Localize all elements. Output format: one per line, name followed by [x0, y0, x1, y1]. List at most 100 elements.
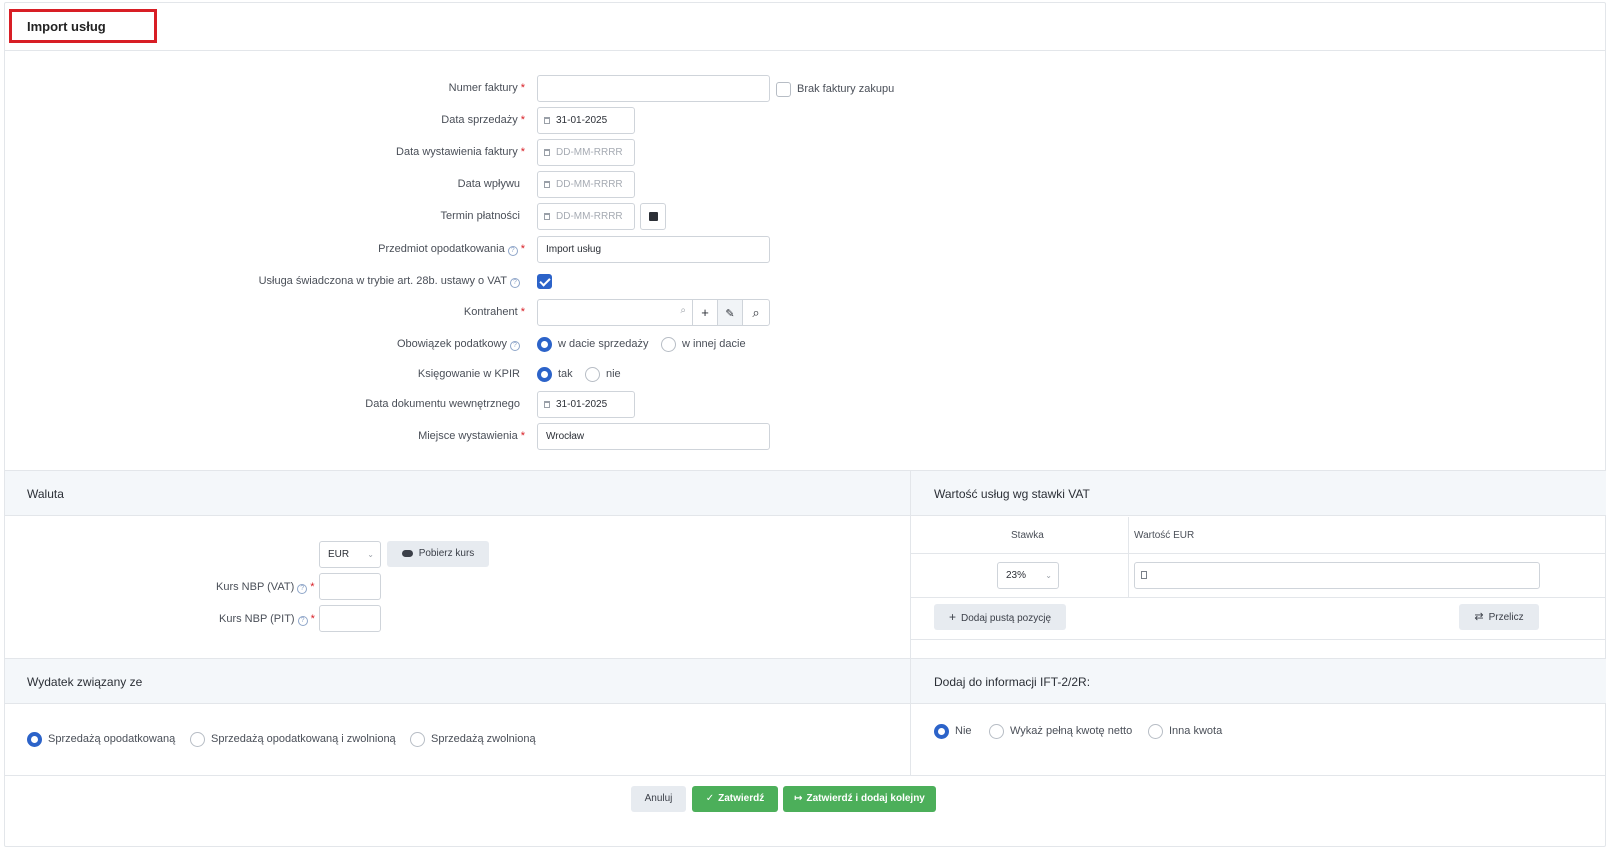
kpir-row: Księgowanie w KPIR tak nie	[5, 361, 1005, 389]
issue-date-row: Data wystawienia faktury * DD-MM-RRRR	[5, 139, 1005, 167]
expense-exempt-radio[interactable]	[410, 732, 425, 747]
plus-icon: +	[701, 305, 709, 320]
internal-doc-date-input[interactable]: 31-01-2025	[537, 391, 635, 418]
rate-column-header: Stawka	[1011, 530, 1044, 541]
recalculate-button[interactable]: ⇄ Przelicz	[1459, 604, 1539, 630]
table-header-divider	[910, 553, 1606, 554]
vat-amount-input[interactable]	[1134, 562, 1540, 589]
value-column-header: Wartość EUR	[1134, 530, 1195, 541]
place-row: Miejsce wystawienia * Wrocław	[5, 423, 1005, 451]
tax-obligation-option-label: w dacie sprzedaży	[558, 338, 649, 350]
cloud-download-icon	[401, 550, 413, 557]
edit-icon: ✎	[725, 308, 735, 320]
expense-option-label: Sprzedażą opodatkowaną i zwolnioną	[211, 733, 396, 745]
contractor-label: Kontrahent *	[463, 306, 525, 318]
calendar-icon	[544, 401, 550, 408]
contractor-row: Kontrahent * ⌕ + ✎ ⌕	[5, 299, 1005, 327]
ift-other-amount-radio[interactable]	[1148, 724, 1163, 739]
vat-rate-select[interactable]: 23% ⌄	[997, 562, 1059, 589]
sale-date-row: Data sprzedaży * 31-01-2025	[5, 107, 1005, 135]
no-invoice-label: Brak faktury zakupu	[797, 83, 895, 95]
invoice-number-label: Numer faktury *	[448, 82, 525, 94]
search-contractor-button[interactable]: ⌕	[742, 299, 770, 326]
ift-option-label: Nie	[955, 725, 972, 737]
help-icon: ?	[507, 246, 518, 256]
ift-section-head: Dodaj do informacji IFT-2/2R:	[911, 658, 1606, 704]
contractor-input[interactable]: ⌕	[537, 299, 693, 326]
payment-due-input[interactable]: DD-MM-RRRR	[537, 203, 635, 230]
art28b-label: Usługa świadczona w trybie art. 28b. ust…	[259, 275, 520, 288]
table-col-divider	[1128, 517, 1129, 597]
search-icon: ⌕	[752, 305, 760, 320]
currency-select[interactable]: EUR ⌄	[319, 541, 381, 568]
expense-taxed-exempt-radio[interactable]	[190, 732, 205, 747]
art28b-row: Usługa świadczona w trybie art. 28b. ust…	[5, 268, 1005, 296]
kpir-no-label: nie	[606, 368, 621, 380]
ift-section-title: Dodaj do informacji IFT-2/2R:	[934, 675, 1091, 689]
expense-option-label: Sprzedażą zwolnioną	[431, 733, 536, 745]
kpir-yes-radio[interactable]	[537, 367, 552, 382]
expense-taxed-radio[interactable]	[27, 732, 42, 747]
tax-obligation-label: Obowiązek podatkowy?	[397, 338, 520, 351]
receipt-date-input[interactable]: DD-MM-RRRR	[537, 171, 635, 198]
nbp-vat-label: Kurs NBP (VAT)? *	[216, 581, 315, 594]
calculator-icon	[1141, 571, 1147, 579]
tax-obligation-other-date-radio[interactable]	[661, 337, 676, 352]
ift-full-net-radio[interactable]	[989, 724, 1004, 739]
payment-due-label: Termin płatności	[440, 210, 520, 222]
receipt-date-row: Data wpływu DD-MM-RRRR	[5, 171, 1005, 199]
confirm-and-add-next-button[interactable]: ↦ Zatwierdź i dodaj kolejny	[783, 786, 936, 812]
subject-input[interactable]: Import usług	[537, 236, 770, 263]
chevron-down-icon: ⌄	[1045, 571, 1052, 580]
import-services-form: Import usług Numer faktury * Brak faktury…	[4, 2, 1606, 847]
help-icon: ?	[510, 341, 520, 351]
calendar-icon	[544, 117, 550, 124]
calendar-icon	[544, 149, 550, 156]
confirm-button[interactable]: ✓ Zatwierdź	[692, 786, 778, 812]
sale-date-input[interactable]: 31-01-2025	[537, 107, 635, 134]
footer-divider	[5, 775, 1606, 776]
currency-section-head: Waluta	[5, 470, 910, 516]
subject-row: Przedmiot opodatkowania? * Import usług	[5, 236, 1005, 264]
calendar-picker-button[interactable]	[640, 203, 666, 230]
table-row-divider	[910, 597, 1606, 598]
invoice-number-row: Numer faktury * Brak faktury zakupu	[5, 75, 1005, 103]
nbp-vat-input[interactable]	[319, 573, 381, 600]
internal-doc-date-row: Data dokumentu wewnętrznego 31-01-2025	[5, 391, 1005, 419]
search-icon: ⌕	[680, 305, 686, 316]
cancel-button[interactable]: Anuluj	[631, 786, 686, 812]
ift-option-label: Wykaż pełną kwotę netto	[1010, 725, 1133, 737]
calendar-icon	[544, 181, 550, 188]
expense-section-head: Wydatek związany ze	[5, 658, 910, 704]
calendar-icon	[544, 213, 550, 220]
vat-values-section-title: Wartość usług wg stawki VAT	[934, 487, 1090, 501]
fetch-rate-button[interactable]: Pobierz kurs	[387, 541, 489, 567]
tax-obligation-row: Obowiązek podatkowy? w dacie sprzedaży w…	[5, 331, 1005, 359]
edit-contractor-button[interactable]: ✎	[717, 299, 743, 326]
issue-date-input[interactable]: DD-MM-RRRR	[537, 139, 635, 166]
kpir-no-radio[interactable]	[585, 367, 600, 382]
place-input[interactable]: Wrocław	[537, 423, 770, 450]
internal-doc-date-label: Data dokumentu wewnętrznego	[365, 398, 520, 410]
currency-section-title: Waluta	[27, 487, 64, 501]
tax-obligation-sale-date-radio[interactable]	[537, 337, 552, 352]
check-icon: ✓	[705, 793, 715, 804]
refresh-icon: ⇄	[1474, 611, 1484, 623]
nbp-pit-label: Kurs NBP (PIT)? *	[219, 613, 315, 626]
sale-date-label: Data sprzedaży *	[441, 114, 525, 126]
vat-values-section-head: Wartość usług wg stawki VAT	[910, 470, 1606, 516]
no-invoice-checkbox[interactable]	[776, 82, 791, 97]
add-empty-row-button[interactable]: + Dodaj pustą pozycję	[934, 604, 1066, 630]
help-icon: ?	[297, 584, 308, 594]
invoice-number-input[interactable]	[537, 75, 770, 102]
plus-icon: +	[948, 610, 956, 624]
ift-option-label: Inna kwota	[1169, 725, 1223, 737]
ift-no-radio[interactable]	[934, 724, 949, 739]
nbp-pit-input[interactable]	[319, 605, 381, 632]
subject-label: Przedmiot opodatkowania? *	[378, 243, 525, 256]
add-contractor-button[interactable]: +	[692, 299, 718, 326]
kpir-label: Księgowanie w KPIR	[417, 368, 520, 380]
art28b-checkbox[interactable]	[537, 274, 552, 289]
column-divider	[910, 470, 911, 775]
form-header: Import usług	[5, 3, 1605, 51]
